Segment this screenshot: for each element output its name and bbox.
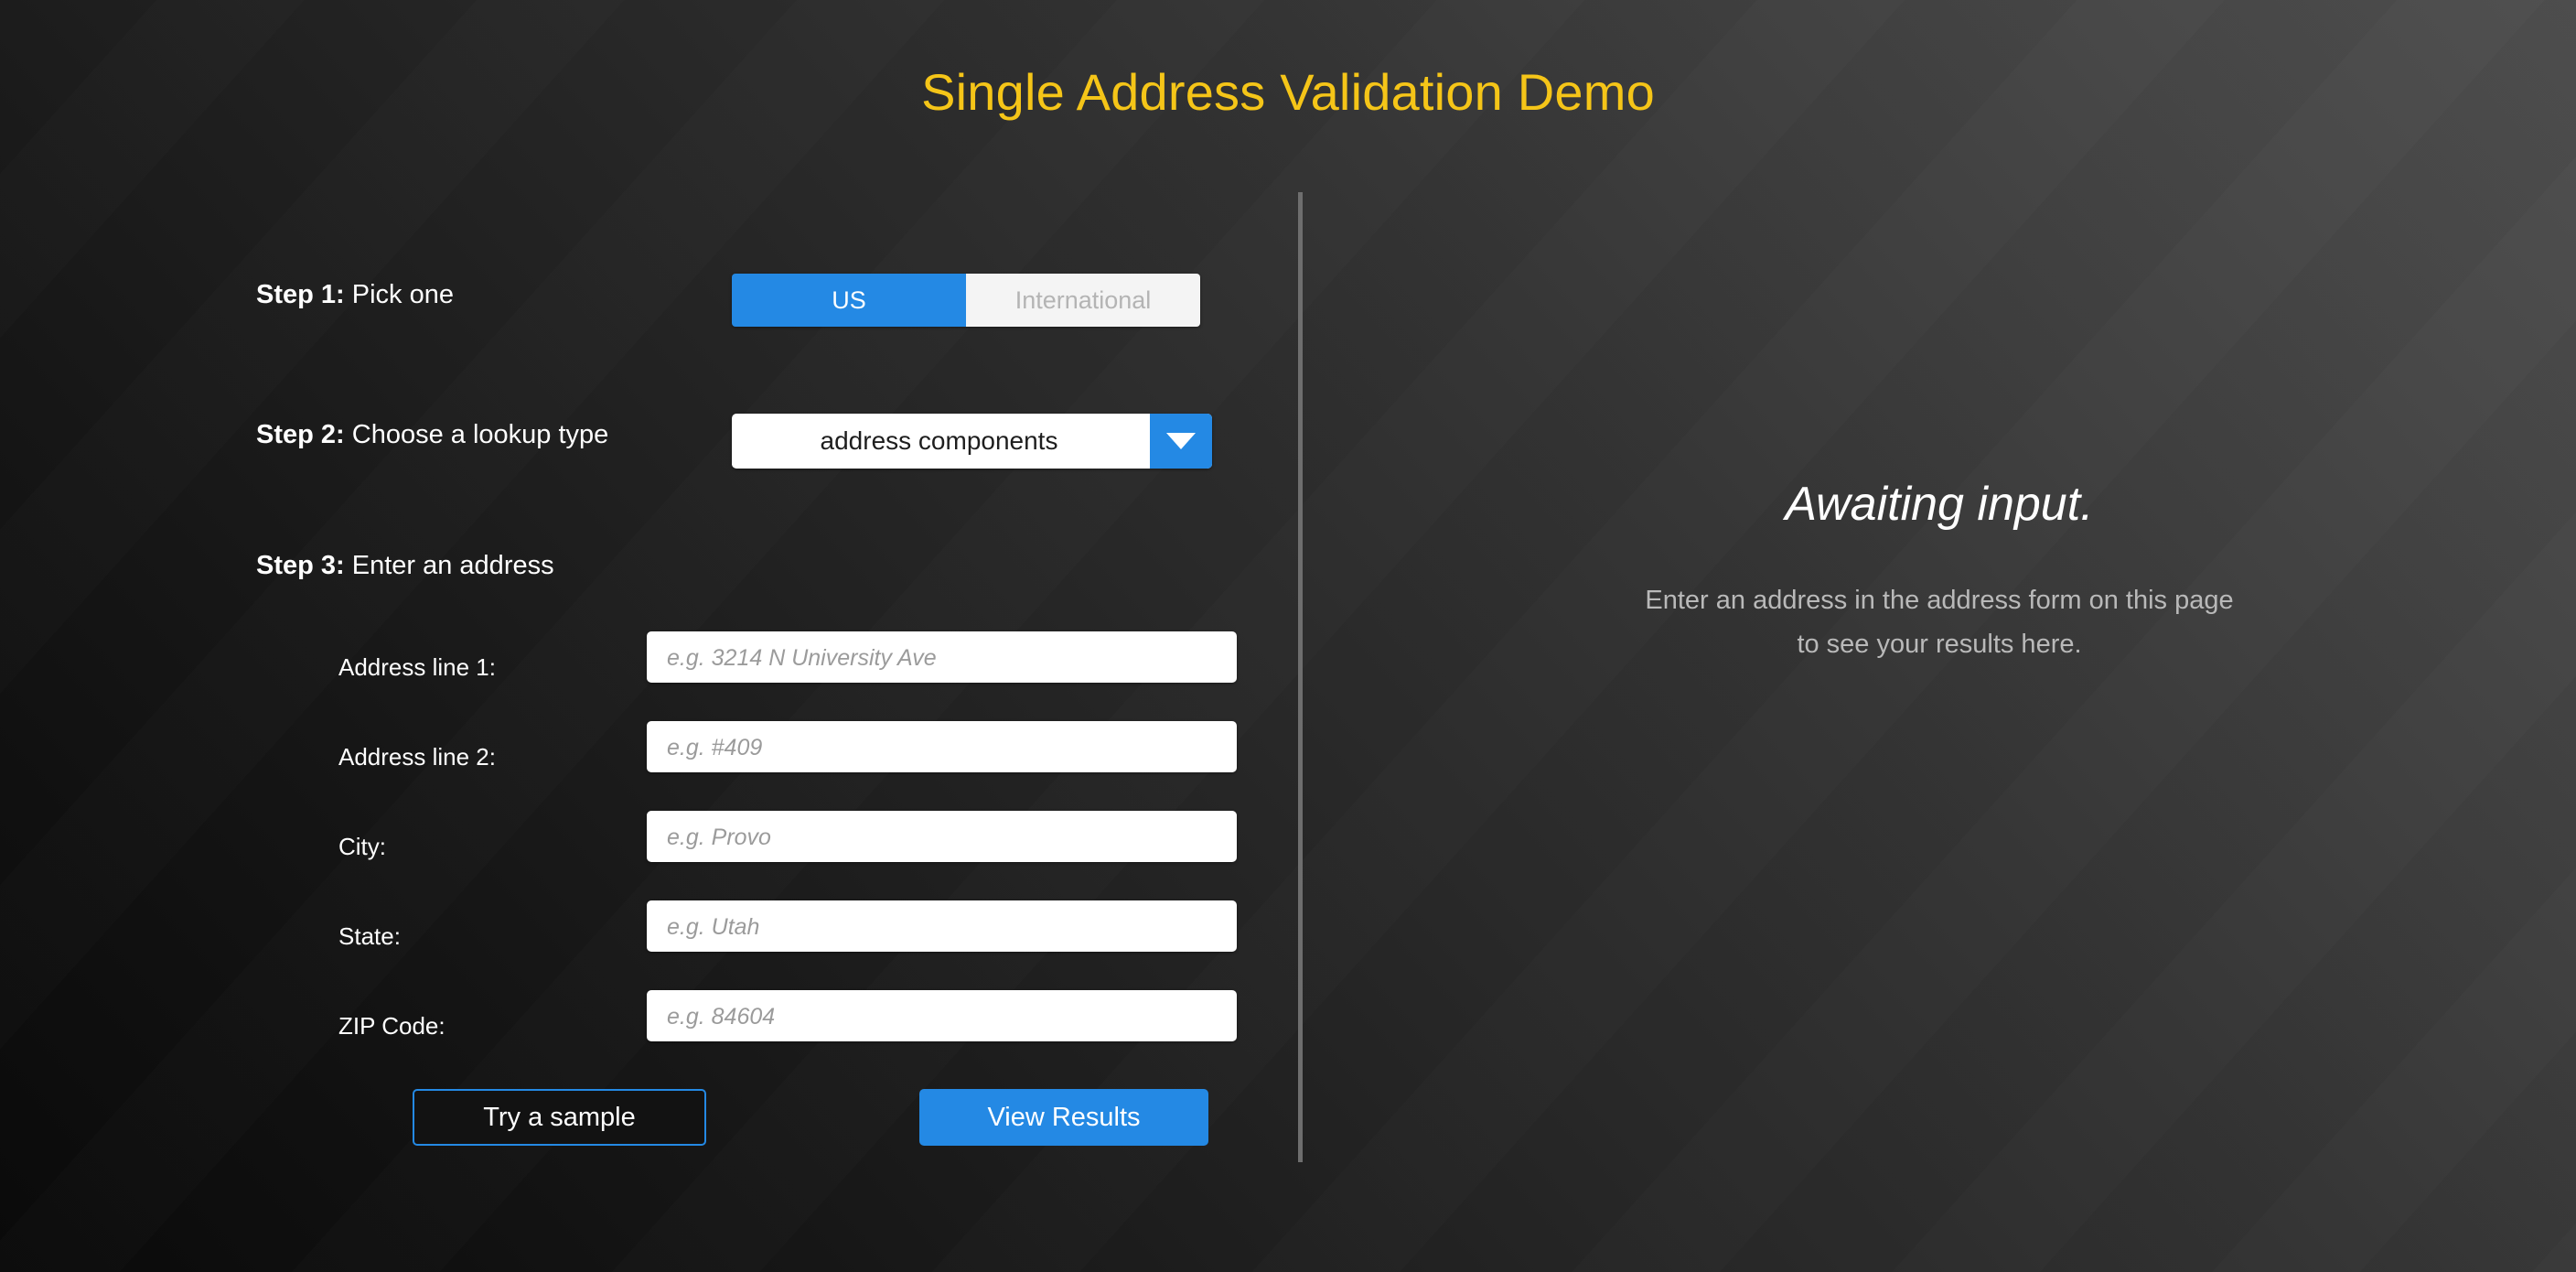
chevron-down-glyph — [1166, 433, 1196, 449]
step-1-label: Step 1: Pick one — [256, 280, 454, 310]
zip-code-input[interactable] — [647, 990, 1237, 1041]
page-root: Single Address Validation Demo Step 1: P… — [0, 0, 2576, 1272]
awaiting-input-heading: Awaiting input. — [1785, 478, 2094, 531]
address-line-2-input[interactable] — [647, 721, 1237, 772]
address-line-1-input[interactable] — [647, 631, 1237, 683]
step-3-label: Step 3: Enter an address — [256, 551, 554, 581]
form-panel: Step 1: Pick one Step 2: Choose a lookup… — [0, 0, 1298, 1272]
awaiting-input-subtext: Enter an address in the address form on … — [1303, 578, 2576, 666]
field-row-city: City: — [0, 798, 1298, 888]
view-results-button[interactable]: View Results — [919, 1089, 1208, 1146]
label-zip-code: ZIP Code: — [338, 1012, 445, 1040]
awaiting-subtext-line-1: Enter an address in the address form on … — [1645, 586, 2234, 615]
form-actions: Try a sample View Results — [0, 1089, 1298, 1153]
lookup-type-select[interactable]: address components — [732, 414, 1212, 469]
country-toggle-us[interactable]: US — [732, 274, 966, 327]
step-3-number: Step 3: — [256, 551, 345, 580]
city-input[interactable] — [647, 811, 1237, 862]
country-toggle-international[interactable]: International — [966, 274, 1200, 327]
label-address-line-1: Address line 1: — [338, 653, 496, 681]
field-row-state: State: — [0, 888, 1298, 977]
step-3-row: Step 3: Enter an address — [256, 551, 554, 581]
label-address-line-2: Address line 2: — [338, 743, 496, 771]
step-3-text: Enter an address — [344, 551, 554, 580]
label-state: State: — [338, 922, 401, 950]
step-1-text: Pick one — [344, 280, 454, 309]
step-2-number: Step 2: — [256, 420, 345, 449]
step-1-number: Step 1: — [256, 280, 345, 309]
step-2-label: Step 2: Choose a lookup type — [256, 420, 608, 450]
address-form: Address line 1: Address line 2: City: St… — [0, 619, 1298, 1067]
results-panel: Awaiting input. Enter an address in the … — [1303, 0, 2576, 1272]
step-2-row: Step 2: Choose a lookup type — [256, 420, 608, 450]
country-toggle-group[interactable]: US International — [732, 274, 1200, 327]
field-row-address-line-2: Address line 2: — [0, 708, 1298, 798]
state-input[interactable] — [647, 900, 1237, 952]
step-1-row: Step 1: Pick one — [256, 280, 454, 310]
awaiting-subtext-line-2: to see your results here. — [1797, 630, 2082, 659]
field-row-zip-code: ZIP Code: — [0, 977, 1298, 1067]
step-2-text: Choose a lookup type — [344, 420, 609, 449]
field-row-address-line-1: Address line 1: — [0, 619, 1298, 708]
lookup-type-value: address components — [820, 426, 1058, 455]
chevron-down-icon[interactable] — [1150, 414, 1212, 469]
try-a-sample-button[interactable]: Try a sample — [413, 1089, 706, 1146]
label-city: City: — [338, 833, 386, 860]
